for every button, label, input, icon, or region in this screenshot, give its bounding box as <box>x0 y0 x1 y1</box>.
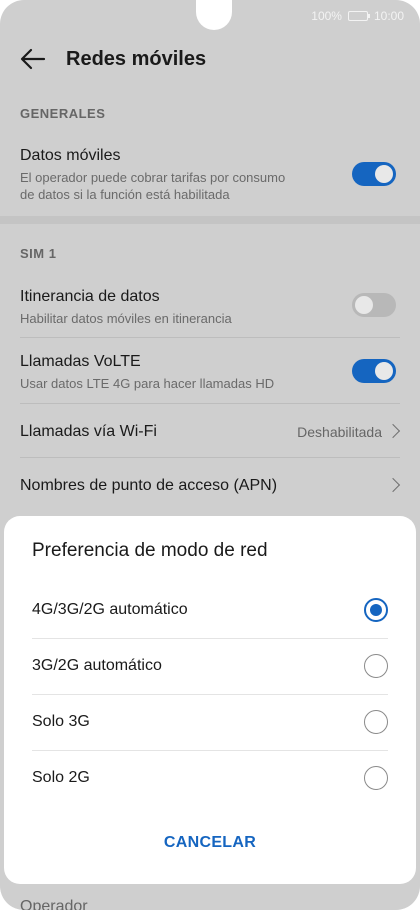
data-roaming-toggle[interactable] <box>352 293 396 317</box>
phone-screen: 100% 10:00 Redes móviles GENERALES Datos… <box>0 0 420 910</box>
option-3g-only[interactable]: Solo 3G <box>32 694 388 750</box>
setting-data-roaming[interactable]: Itinerancia de datos Habilitar datos móv… <box>20 288 400 327</box>
row-divider <box>20 457 400 458</box>
option-label: 4G/3G/2G automático <box>32 601 188 618</box>
camera-notch <box>196 0 232 30</box>
wifi-calling-value: Deshabilitada <box>297 424 382 440</box>
setting-apn[interactable]: Nombres de punto de acceso (APN) <box>20 477 400 495</box>
row-divider <box>20 337 400 338</box>
app-header: Redes móviles <box>0 36 420 82</box>
data-roaming-title: Itinerancia de datos <box>20 288 160 305</box>
battery-icon <box>347 11 370 21</box>
mobile-data-toggle[interactable] <box>352 162 396 186</box>
mobile-data-title: Datos móviles <box>20 147 121 164</box>
option-3g-2g-auto[interactable]: 3G/2G automático <box>32 638 388 694</box>
mobile-data-subtitle: El operador puede cobrar tarifas por con… <box>20 170 286 202</box>
option-4g-3g-2g-auto[interactable]: 4G/3G/2G automático <box>32 582 388 638</box>
section-label-general: GENERALES <box>20 106 106 121</box>
arrow-left-icon <box>20 48 46 70</box>
clock: 10:00 <box>373 9 404 23</box>
option-label: Solo 3G <box>32 713 90 730</box>
network-mode-dialog: Preferencia de modo de red 4G/3G/2G auto… <box>4 516 416 884</box>
apn-title: Nombres de punto de acceso (APN) <box>20 477 278 494</box>
section-separator <box>0 216 420 224</box>
radio-unchecked-icon[interactable] <box>364 710 388 734</box>
battery-percent: 100% <box>311 9 342 23</box>
status-bar: 100% 10:00 <box>311 8 404 24</box>
back-button[interactable] <box>18 44 48 74</box>
option-label: 3G/2G automático <box>32 657 162 674</box>
radio-unchecked-icon[interactable] <box>364 766 388 790</box>
volte-toggle[interactable] <box>352 359 396 383</box>
dialog-title: Preferencia de modo de red <box>32 540 268 561</box>
option-label: Solo 2G <box>32 769 90 786</box>
volte-subtitle: Usar datos LTE 4G para hacer llamadas HD <box>20 376 275 391</box>
cancel-button[interactable]: CANCELAR <box>4 834 416 852</box>
data-roaming-subtitle: Habilitar datos móviles en itinerancia <box>20 311 232 326</box>
page-title: Redes móviles <box>66 47 207 70</box>
row-divider <box>20 403 400 404</box>
volte-title: Llamadas VoLTE <box>20 353 141 370</box>
section-label-sim1: SIM 1 <box>20 246 57 261</box>
radio-checked-icon[interactable] <box>364 598 388 622</box>
setting-mobile-data[interactable]: Datos móviles El operador puede cobrar t… <box>20 147 400 203</box>
setting-volte[interactable]: Llamadas VoLTE Usar datos LTE 4G para ha… <box>20 353 400 392</box>
radio-unchecked-icon[interactable] <box>364 654 388 678</box>
operator-row-partial: Operador <box>20 898 88 910</box>
option-2g-only[interactable]: Solo 2G <box>32 750 388 806</box>
